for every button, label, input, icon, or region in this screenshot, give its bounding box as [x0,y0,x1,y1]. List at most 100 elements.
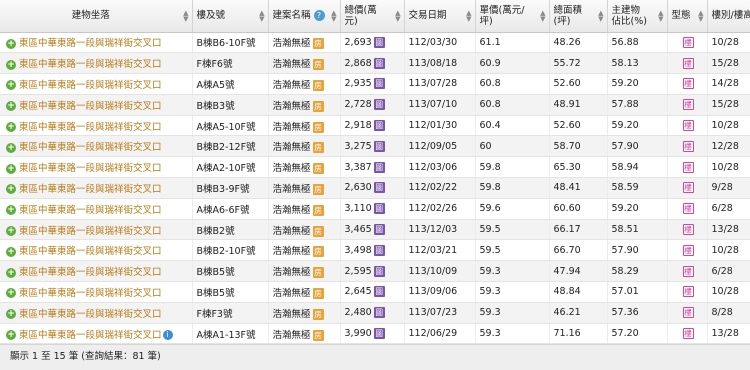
case-info-icon[interactable]: 房 [312,308,324,320]
case-info-icon[interactable]: 房 [312,100,324,112]
price-detail-icon[interactable]: 圖 [373,182,385,194]
sort-icon[interactable]: ▲ ▼ [698,9,703,22]
address-link[interactable]: 東區中華東路一段與瑞祥街交叉口 [19,122,162,133]
case-info-icon[interactable]: 房 [312,183,324,195]
address-link[interactable]: 東區中華東路一段與瑞祥街交叉口 [19,267,162,278]
price-detail-icon[interactable]: 圖 [373,307,385,319]
header-date[interactable]: 交易日期 ▲ ▼ [404,0,476,33]
price-detail-icon[interactable]: 圖 [373,328,385,340]
price-detail-icon[interactable]: 圖 [373,36,385,48]
table-row[interactable]: + 東區中華東路一段與瑞祥街交叉口 B棟B3-9F號 浩瀚無極房 2,630 圖 112/0… [0,177,750,199]
building-type-icon[interactable]: 樓 [682,182,694,194]
address-link[interactable]: 東區中華東路一段與瑞祥街交叉口 [19,184,162,195]
address-link[interactable]: 東區中華東路一段與瑞祥街交叉口 [19,288,162,299]
building-type-icon[interactable]: 樓 [682,161,694,173]
table-row[interactable]: + 東區中華東路一段與瑞祥街交叉口 F棟F6號 浩瀚無極房 2,868 圖 113/08/1… [0,52,750,75]
sort-icon[interactable]: ▲ ▼ [598,9,603,22]
address-link[interactable]: 東區中華東路一段與瑞祥街交叉口 [19,38,162,49]
building-type-icon[interactable]: 樓 [682,120,694,132]
address-link[interactable]: 東區中華東路一段與瑞祥街交叉口 [19,163,162,174]
table-row[interactable]: + 東區中華東路一段與瑞祥街交叉口 i A棟A1-13F號 浩瀚無極房 3,990 圖 112… [0,323,750,345]
expand-row-icon[interactable]: + [6,38,16,49]
header-type[interactable]: 型態 ▲ ▼ [667,0,708,33]
expand-row-icon[interactable]: + [6,226,16,237]
price-detail-icon[interactable]: 圖 [373,99,385,111]
header-unit-price[interactable]: 單價(萬元/坪) ▲ ▼ [475,0,550,33]
table-row[interactable]: + 東區中華東路一段與瑞祥街交叉口 B棟B3號 浩瀚無極房 2,728 圖 113/07/1… [0,94,750,116]
table-row[interactable]: + 東區中華東路一段與瑞祥街交叉口 B棟B5號 浩瀚無極房 2,645 圖 113/09/0… [0,281,750,303]
expand-row-icon[interactable]: + [6,246,16,257]
sort-icon[interactable]: ▲ ▼ [540,9,545,22]
building-type-icon[interactable]: 樓 [682,57,694,69]
case-info-icon[interactable]: 房 [312,246,324,258]
expand-row-icon[interactable]: + [6,309,16,320]
table-row[interactable]: + 東區中華東路一段與瑞祥街交叉口 B棟B2-10F號 浩瀚無極房 3,498 圖 112/… [0,239,750,262]
price-detail-icon[interactable]: 圖 [373,265,385,277]
expand-row-icon[interactable]: + [6,122,16,133]
table-row[interactable]: + 東區中華東路一段與瑞祥街交叉口 A棟A6-6F號 浩瀚無極房 3,110 圖 112/0… [0,198,750,220]
price-detail-icon[interactable]: 圖 [373,286,385,298]
case-info-icon[interactable]: 房 [312,142,324,154]
expand-row-icon[interactable]: + [6,330,16,341]
expand-row-icon[interactable]: + [6,163,16,174]
address-link[interactable]: 東區中華東路一段與瑞祥街交叉口 [19,80,162,91]
table-row[interactable]: + 東區中華東路一段與瑞祥街交叉口 A棟A5-10F號 浩瀚無極房 2,918 圖 112/… [0,115,750,137]
building-type-icon[interactable]: 樓 [682,224,694,236]
table-row[interactable]: + 東區中華東路一段與瑞祥街交叉口 B棟B2-12F號 浩瀚無極房 3,275 圖 112/… [0,135,750,158]
expand-row-icon[interactable]: + [6,101,16,112]
building-type-icon[interactable]: 樓 [682,244,694,256]
case-info-icon[interactable]: 房 [312,267,324,279]
case-info-icon[interactable]: 房 [312,59,324,71]
price-detail-icon[interactable]: 圖 [373,224,385,236]
table-row[interactable]: + 東區中華東路一段與瑞祥街交叉口 B棟B5號 浩瀚無極房 2,595 圖 113/10/0… [0,260,750,283]
address-link[interactable]: 東區中華東路一段與瑞祥街交叉口 [19,142,162,153]
building-type-icon[interactable]: 樓 [682,140,694,152]
sort-icon[interactable]: ▲ ▼ [395,9,400,22]
case-info-icon[interactable]: 房 [312,79,324,91]
expand-row-icon[interactable]: + [6,288,16,299]
help-icon[interactable]: ? [313,10,325,22]
building-type-icon[interactable]: 樓 [682,286,694,298]
table-row[interactable]: + 東區中華東路一段與瑞祥街交叉口 F棟F3號 浩瀚無極房 2,480 圖 113/07/2… [0,302,750,324]
building-type-icon[interactable]: 樓 [682,265,694,277]
expand-row-icon[interactable]: + [6,59,16,70]
table-row[interactable]: + 東區中華東路一段與瑞祥街交叉口 A棟A2-10F號 浩瀚無極房 3,387 圖 112/… [0,156,750,179]
address-link[interactable]: 東區中華東路一段與瑞祥街交叉口 [19,246,162,257]
price-detail-icon[interactable]: 圖 [373,140,385,152]
sort-icon[interactable]: ▲ ▼ [466,9,471,22]
table-row[interactable]: + 東區中華東路一段與瑞祥街交叉口 A棟A5號 浩瀚無極房 2,935 圖 113/07/2… [0,73,750,95]
price-detail-icon[interactable]: 圖 [373,161,385,173]
sort-icon[interactable]: ▲ ▼ [183,9,188,22]
case-info-icon[interactable]: 房 [312,121,324,133]
header-floor[interactable]: 樓別/樓高▲▼ [707,0,750,33]
sort-icon[interactable]: ▲ ▼ [259,9,264,22]
case-info-icon[interactable]: 房 [312,38,324,50]
case-info-icon[interactable]: 房 [312,204,324,216]
price-detail-icon[interactable]: 圖 [373,57,385,69]
address-link[interactable]: 東區中華東路一段與瑞祥街交叉口 [19,205,162,216]
address-link[interactable]: 東區中華東路一段與瑞祥街交叉口 [19,330,162,341]
expand-row-icon[interactable]: + [6,205,16,216]
header-unit[interactable]: 樓及號 ▲ ▼ [192,0,269,33]
table-row[interactable]: + 東區中華東路一段與瑞祥街交叉口 B棟B6-10F號 浩瀚無極房 2,693 圖 112/… [0,32,750,54]
price-detail-icon[interactable]: 圖 [373,244,385,256]
sort-icon[interactable]: ▲ ▼ [658,9,663,22]
building-type-icon[interactable]: 樓 [682,203,694,215]
case-info-icon[interactable]: 房 [312,287,324,299]
price-detail-icon[interactable]: 圖 [373,203,385,215]
table-row[interactable]: + 東區中華東路一段與瑞祥街交叉口 B棟B2號 浩瀚無極房 3,465 圖 113/12/0… [0,219,750,241]
building-type-icon[interactable]: 樓 [682,36,694,48]
price-detail-icon[interactable]: 圖 [373,120,385,132]
header-address[interactable]: 建物坐落 ▲ ▼ [0,0,193,33]
building-type-icon[interactable]: 樓 [682,99,694,111]
address-link[interactable]: 東區中華東路一段與瑞祥街交叉口 [19,309,162,320]
header-area[interactable]: 總面積 (坪) ▲ ▼ [549,0,608,33]
case-info-icon[interactable]: 房 [312,225,324,237]
info-icon[interactable]: i [162,330,173,341]
address-link[interactable]: 東區中華東路一段與瑞祥街交叉口 [19,226,162,237]
price-detail-icon[interactable]: 圖 [373,78,385,90]
case-info-icon[interactable]: 房 [312,329,324,341]
header-total-price[interactable]: 總價(萬元) ▲ ▼ [340,0,405,33]
sort-icon[interactable]: ▲ ▼ [331,9,336,22]
address-link[interactable]: 東區中華東路一段與瑞祥街交叉口 [19,59,162,70]
